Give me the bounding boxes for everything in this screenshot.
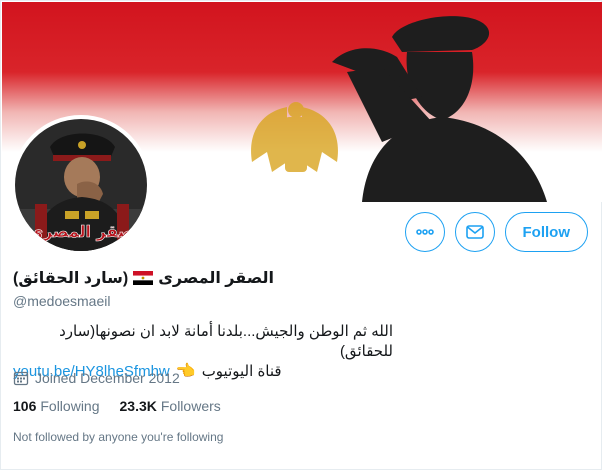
followers-count: 23.3K (119, 398, 157, 414)
name-main: الصقر المصرى (158, 270, 275, 287)
more-icon (415, 229, 434, 235)
follow-button[interactable]: Follow (504, 212, 588, 252)
avatar[interactable]: صقر المصري (11, 115, 151, 255)
mail-icon (465, 225, 484, 239)
following-stat[interactable]: 106 Following (13, 398, 100, 414)
bio-text-1: الله ثم الوطن والجيش...بلدنا أمانة لابد … (59, 323, 393, 360)
following-label: Following (40, 398, 100, 414)
bio-text-2: قناة اليوتيوب (201, 363, 282, 380)
followed-by-note: Not followed by anyone you're following (13, 430, 224, 444)
more-button[interactable] (404, 212, 445, 252)
followers-label: Followers (160, 398, 221, 414)
name-suffix: (سارد الحقائق) (13, 270, 129, 287)
avatar-caption: صقر المصري (28, 222, 133, 242)
follow-stats: 106 Following 23.3K Followers (13, 398, 221, 414)
egypt-flag-icon (133, 271, 154, 285)
message-button[interactable] (454, 212, 495, 252)
calendar-icon (13, 371, 29, 386)
followers-stat[interactable]: 23.3K Followers (120, 398, 221, 414)
following-count: 106 (13, 398, 37, 414)
display-name: (سارد الحقائق) الصقر المصرى (13, 268, 274, 288)
profile-card: صقر المصري Follow (سارد الحقائق) الصقر ا… (0, 0, 602, 470)
profile-actions: Follow (404, 212, 588, 252)
joined-date: Joined December 2012 (13, 370, 180, 386)
handle: @medoesmaeil (13, 293, 111, 309)
bio-line-1: الله ثم الوطن والجيش...بلدنا أمانة لابد … (13, 322, 393, 362)
joined-text: Joined December 2012 (35, 370, 180, 386)
